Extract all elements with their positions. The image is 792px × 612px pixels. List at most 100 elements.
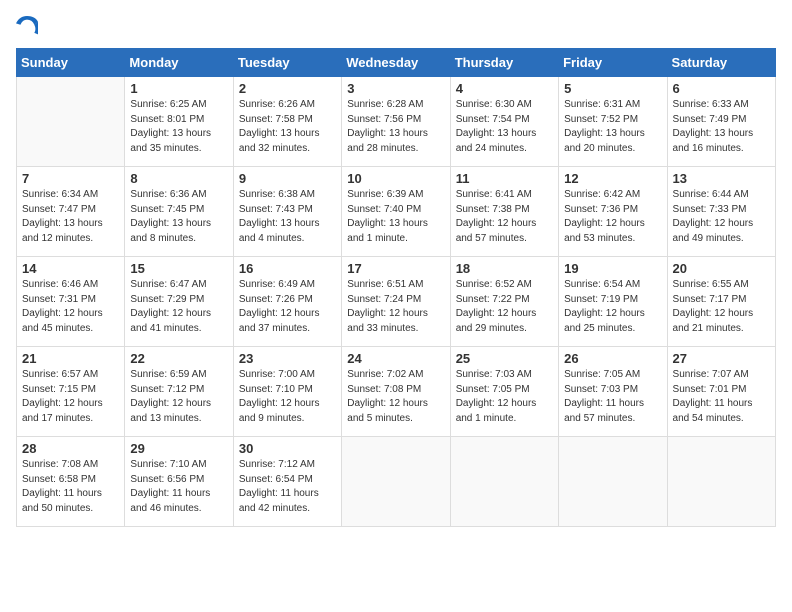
day-number: 4 (456, 81, 553, 96)
daylight: Daylight: 13 hours and 20 minutes. (564, 128, 645, 154)
calendar-cell: 17 Sunrise: 6:51 AM Sunset: 7:24 PM Dayl… (342, 257, 450, 347)
day-info: Sunrise: 6:57 AM Sunset: 7:15 PM Dayligh… (22, 368, 119, 426)
calendar-cell (667, 437, 775, 527)
calendar-cell: 13 Sunrise: 6:44 AM Sunset: 7:33 PM Dayl… (667, 167, 775, 257)
day-info: Sunrise: 6:47 AM Sunset: 7:29 PM Dayligh… (130, 278, 227, 336)
week-row: 28 Sunrise: 7:08 AM Sunset: 6:58 PM Dayl… (17, 437, 776, 527)
daylight: Daylight: 11 hours and 54 minutes. (673, 398, 753, 424)
daylight: Daylight: 12 hours and 41 minutes. (130, 308, 211, 334)
day-number: 21 (22, 351, 119, 366)
daylight: Daylight: 11 hours and 50 minutes. (22, 488, 102, 514)
calendar-cell: 16 Sunrise: 6:49 AM Sunset: 7:26 PM Dayl… (233, 257, 341, 347)
sunset: Sunset: 7:05 PM (456, 384, 530, 395)
sunrise: Sunrise: 7:10 AM (130, 459, 206, 470)
daylight: Daylight: 13 hours and 4 minutes. (239, 218, 320, 244)
sunset: Sunset: 7:12 PM (130, 384, 204, 395)
day-info: Sunrise: 7:08 AM Sunset: 6:58 PM Dayligh… (22, 458, 119, 516)
logo (16, 16, 42, 38)
calendar-cell (17, 77, 125, 167)
sunrise: Sunrise: 6:47 AM (130, 279, 206, 290)
day-info: Sunrise: 6:25 AM Sunset: 8:01 PM Dayligh… (130, 98, 227, 156)
day-info: Sunrise: 6:39 AM Sunset: 7:40 PM Dayligh… (347, 188, 444, 246)
calendar-cell: 7 Sunrise: 6:34 AM Sunset: 7:47 PM Dayli… (17, 167, 125, 257)
sunrise: Sunrise: 6:36 AM (130, 189, 206, 200)
calendar-cell: 2 Sunrise: 6:26 AM Sunset: 7:58 PM Dayli… (233, 77, 341, 167)
daylight: Daylight: 12 hours and 37 minutes. (239, 308, 320, 334)
calendar-cell: 11 Sunrise: 6:41 AM Sunset: 7:38 PM Dayl… (450, 167, 558, 257)
day-number: 15 (130, 261, 227, 276)
day-number: 24 (347, 351, 444, 366)
day-info: Sunrise: 6:55 AM Sunset: 7:17 PM Dayligh… (673, 278, 770, 336)
sunrise: Sunrise: 6:39 AM (347, 189, 423, 200)
day-info: Sunrise: 6:59 AM Sunset: 7:12 PM Dayligh… (130, 368, 227, 426)
sunrise: Sunrise: 6:41 AM (456, 189, 532, 200)
sunset: Sunset: 7:19 PM (564, 294, 638, 305)
daylight: Daylight: 12 hours and 21 minutes. (673, 308, 754, 334)
sunset: Sunset: 7:08 PM (347, 384, 421, 395)
day-info: Sunrise: 7:07 AM Sunset: 7:01 PM Dayligh… (673, 368, 770, 426)
day-info: Sunrise: 6:30 AM Sunset: 7:54 PM Dayligh… (456, 98, 553, 156)
sunset: Sunset: 7:49 PM (673, 114, 747, 125)
sunrise: Sunrise: 7:00 AM (239, 369, 315, 380)
calendar-cell: 18 Sunrise: 6:52 AM Sunset: 7:22 PM Dayl… (450, 257, 558, 347)
daylight: Daylight: 13 hours and 28 minutes. (347, 128, 428, 154)
daylight: Daylight: 12 hours and 29 minutes. (456, 308, 537, 334)
sunrise: Sunrise: 6:52 AM (456, 279, 532, 290)
sunset: Sunset: 7:01 PM (673, 384, 747, 395)
sunrise: Sunrise: 6:42 AM (564, 189, 640, 200)
page-header (16, 16, 776, 38)
sunrise: Sunrise: 7:12 AM (239, 459, 315, 470)
day-number: 7 (22, 171, 119, 186)
daylight: Daylight: 13 hours and 1 minute. (347, 218, 428, 244)
logo-icon (16, 16, 38, 38)
day-number: 3 (347, 81, 444, 96)
sunrise: Sunrise: 7:03 AM (456, 369, 532, 380)
day-info: Sunrise: 7:12 AM Sunset: 6:54 PM Dayligh… (239, 458, 336, 516)
calendar-cell (450, 437, 558, 527)
calendar-cell: 22 Sunrise: 6:59 AM Sunset: 7:12 PM Dayl… (125, 347, 233, 437)
weekday-header: Wednesday (342, 49, 450, 77)
sunrise: Sunrise: 7:08 AM (22, 459, 98, 470)
day-info: Sunrise: 6:52 AM Sunset: 7:22 PM Dayligh… (456, 278, 553, 336)
day-number: 1 (130, 81, 227, 96)
sunset: Sunset: 7:03 PM (564, 384, 638, 395)
day-number: 29 (130, 441, 227, 456)
sunrise: Sunrise: 6:51 AM (347, 279, 423, 290)
day-info: Sunrise: 6:41 AM Sunset: 7:38 PM Dayligh… (456, 188, 553, 246)
sunset: Sunset: 8:01 PM (130, 114, 204, 125)
daylight: Daylight: 13 hours and 16 minutes. (673, 128, 754, 154)
calendar-cell: 21 Sunrise: 6:57 AM Sunset: 7:15 PM Dayl… (17, 347, 125, 437)
day-number: 30 (239, 441, 336, 456)
day-info: Sunrise: 7:03 AM Sunset: 7:05 PM Dayligh… (456, 368, 553, 426)
calendar-cell: 14 Sunrise: 6:46 AM Sunset: 7:31 PM Dayl… (17, 257, 125, 347)
daylight: Daylight: 11 hours and 46 minutes. (130, 488, 210, 514)
sunset: Sunset: 7:45 PM (130, 204, 204, 215)
sunset: Sunset: 7:40 PM (347, 204, 421, 215)
day-info: Sunrise: 6:33 AM Sunset: 7:49 PM Dayligh… (673, 98, 770, 156)
sunrise: Sunrise: 7:02 AM (347, 369, 423, 380)
daylight: Daylight: 12 hours and 1 minute. (456, 398, 537, 424)
calendar-table: SundayMondayTuesdayWednesdayThursdayFrid… (16, 48, 776, 527)
day-info: Sunrise: 7:00 AM Sunset: 7:10 PM Dayligh… (239, 368, 336, 426)
daylight: Daylight: 12 hours and 33 minutes. (347, 308, 428, 334)
calendar-cell: 6 Sunrise: 6:33 AM Sunset: 7:49 PM Dayli… (667, 77, 775, 167)
sunrise: Sunrise: 6:49 AM (239, 279, 315, 290)
day-info: Sunrise: 6:54 AM Sunset: 7:19 PM Dayligh… (564, 278, 661, 336)
day-info: Sunrise: 6:44 AM Sunset: 7:33 PM Dayligh… (673, 188, 770, 246)
daylight: Daylight: 13 hours and 8 minutes. (130, 218, 211, 244)
calendar-cell: 20 Sunrise: 6:55 AM Sunset: 7:17 PM Dayl… (667, 257, 775, 347)
week-row: 21 Sunrise: 6:57 AM Sunset: 7:15 PM Dayl… (17, 347, 776, 437)
daylight: Daylight: 11 hours and 42 minutes. (239, 488, 319, 514)
calendar-cell: 27 Sunrise: 7:07 AM Sunset: 7:01 PM Dayl… (667, 347, 775, 437)
sunrise: Sunrise: 6:31 AM (564, 99, 640, 110)
sunset: Sunset: 7:10 PM (239, 384, 313, 395)
day-number: 23 (239, 351, 336, 366)
day-number: 13 (673, 171, 770, 186)
weekday-header: Tuesday (233, 49, 341, 77)
day-number: 22 (130, 351, 227, 366)
sunset: Sunset: 7:26 PM (239, 294, 313, 305)
calendar-cell: 26 Sunrise: 7:05 AM Sunset: 7:03 PM Dayl… (559, 347, 667, 437)
calendar-cell: 28 Sunrise: 7:08 AM Sunset: 6:58 PM Dayl… (17, 437, 125, 527)
day-info: Sunrise: 7:10 AM Sunset: 6:56 PM Dayligh… (130, 458, 227, 516)
day-number: 19 (564, 261, 661, 276)
